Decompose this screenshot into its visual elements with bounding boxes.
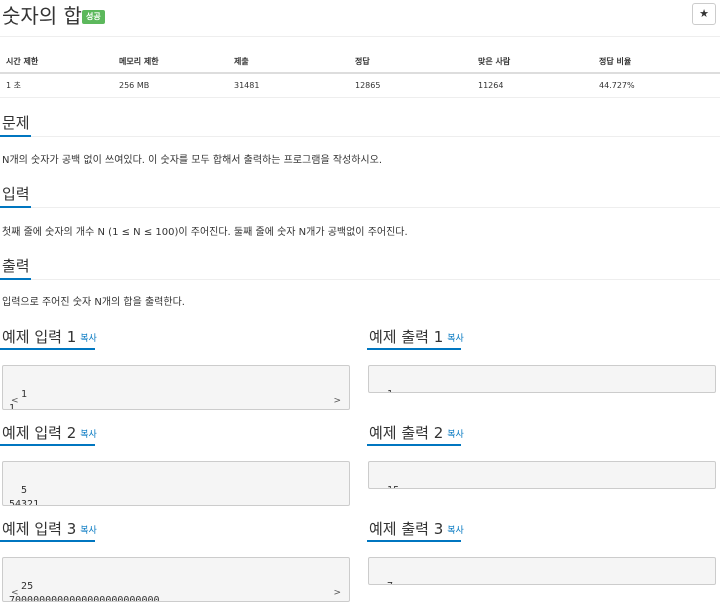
sample-input-3-box[interactable]: 25 7000000000000000000000000 < >: [2, 557, 350, 602]
sample-input-2-box[interactable]: 5 54321: [2, 461, 350, 506]
time-limit-header: 시간 제한: [0, 51, 113, 74]
sample-output-1-title: 예제 출력 1: [369, 328, 444, 346]
sample-output-1-underline: [367, 348, 461, 350]
sample-input-2-underline: [0, 444, 95, 446]
copy-sample-input-1-link[interactable]: 복사: [80, 334, 97, 344]
sample-input-2-text: 5 54321: [9, 485, 40, 506]
input-heading-underline: [0, 206, 31, 208]
output-heading-underline: [0, 278, 31, 280]
submissions-header: 제출: [228, 51, 349, 74]
problem-info-table: 시간 제한 메모리 제한 제출 정답 맞은 사람 정답 비율 1 초 256 M…: [0, 51, 720, 98]
scroll-right-icon[interactable]: >: [333, 394, 341, 408]
copy-sample-output-1-link[interactable]: 복사: [447, 334, 464, 344]
sample-input-1-underline: [0, 348, 95, 350]
accepted-value: 12865: [349, 73, 472, 98]
problem-heading-line: [0, 136, 720, 137]
sample-input-3-underline: [0, 540, 95, 542]
page-header: 숫자의 합 성공 ★: [0, 0, 720, 37]
accepted-header: 정답: [349, 51, 472, 74]
sample-input-3-text: 25 7000000000000000000000000: [9, 581, 160, 602]
input-heading-line: [0, 207, 720, 208]
scroll-left-icon[interactable]: <: [11, 394, 19, 408]
page-title: 숫자의 합: [2, 4, 82, 28]
sample-output-3-title: 예제 출력 3: [369, 520, 444, 538]
memory-limit-value: 256 MB: [113, 73, 228, 98]
memory-limit-header: 메모리 제한: [113, 51, 228, 74]
time-limit-value: 1 초: [0, 73, 113, 98]
submissions-value: 31481: [228, 73, 349, 98]
star-icon: ★: [699, 8, 709, 20]
copy-sample-input-3-link[interactable]: 복사: [80, 526, 97, 536]
input-text: 첫째 줄에 숫자의 개수 N (1 ≤ N ≤ 100)이 주어진다. 둘째 줄…: [2, 227, 408, 238]
sample-output-3-box[interactable]: 7: [368, 557, 716, 585]
sample-output-1-box[interactable]: 1: [368, 365, 716, 393]
sample-input-3-title: 예제 입력 3: [2, 520, 77, 538]
output-heading: 출력: [2, 257, 30, 275]
problem-text: N개의 숫자가 공백 없이 쓰여있다. 이 숫자를 모두 합해서 출력하는 프로…: [2, 155, 383, 166]
info-header-row: 시간 제한 메모리 제한 제출 정답 맞은 사람 정답 비율: [0, 51, 720, 74]
sample-output-3-underline: [367, 540, 461, 542]
sample-output-3-heading: 예제 출력 3 복사: [369, 519, 464, 541]
sample-output-2-heading: 예제 출력 2 복사: [369, 423, 464, 445]
sample-output-2-underline: [367, 444, 461, 446]
output-text: 입력으로 주어진 숫자 N개의 합을 출력한다.: [2, 297, 185, 308]
status-badge: 성공: [82, 10, 105, 24]
scroll-left-icon[interactable]: <: [11, 586, 19, 600]
sample-output-1-heading: 예제 출력 1 복사: [369, 327, 464, 349]
sample-input-1-title: 예제 입력 1: [2, 328, 77, 346]
info-value-row: 1 초 256 MB 31481 12865 11264 44.727%: [0, 73, 720, 98]
solvers-value: 11264: [472, 73, 593, 98]
sample-input-1-heading: 예제 입력 1 복사: [2, 327, 97, 349]
ratio-header: 정답 비율: [593, 51, 720, 74]
copy-sample-input-2-link[interactable]: 복사: [80, 430, 97, 440]
sample-output-1-text: 1: [387, 389, 393, 392]
sample-input-1-box[interactable]: 1 1 < >: [2, 365, 350, 410]
solvers-header: 맞은 사람: [472, 51, 593, 74]
copy-sample-output-2-link[interactable]: 복사: [447, 430, 464, 440]
copy-sample-output-3-link[interactable]: 복사: [447, 526, 464, 536]
sample-input-2-title: 예제 입력 2: [2, 424, 77, 442]
problem-heading-underline: [0, 135, 31, 137]
sample-input-2-heading: 예제 입력 2 복사: [2, 423, 97, 445]
scroll-right-icon[interactable]: >: [333, 586, 341, 600]
sample-output-2-title: 예제 출력 2: [369, 424, 444, 442]
sample-output-2-text: 15: [387, 485, 399, 488]
output-heading-line: [0, 279, 720, 280]
sample-output-2-box[interactable]: 15: [368, 461, 716, 489]
star-button[interactable]: ★: [692, 3, 716, 25]
sample-input-3-heading: 예제 입력 3 복사: [2, 519, 97, 541]
sample-output-3-text: 7: [387, 581, 393, 584]
ratio-value: 44.727%: [593, 73, 720, 98]
input-heading: 입력: [2, 185, 30, 203]
problem-heading: 문제: [2, 114, 30, 132]
